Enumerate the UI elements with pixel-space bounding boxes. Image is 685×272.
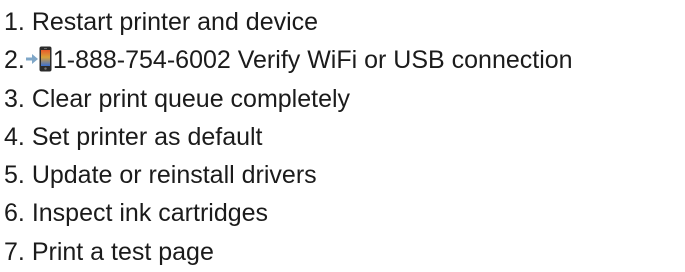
step-number: 3. [4, 84, 25, 113]
list-item: 4. Set printer as default [4, 118, 573, 156]
list-item: 7. Print a test page [4, 233, 573, 271]
step-number: 6. [4, 199, 25, 228]
phone-number: 1-888-754-6002 [52, 46, 231, 75]
step-text: Update or reinstall drivers [31, 161, 317, 190]
mobile-phone-icon [39, 46, 52, 72]
step-text: Print a test page [31, 237, 214, 266]
list-item: 1. Restart printer and device [4, 3, 573, 41]
step-number: 7. [4, 237, 25, 266]
list-item: 6. Inspect ink cartridges [4, 194, 573, 232]
list-item: 3. Clear print queue completely [4, 80, 573, 118]
list-item: 2. 1-888-754-6002 Verify WiFi or USB con… [4, 41, 573, 79]
step-number: 1. [4, 8, 25, 36]
step-number: 4. [4, 122, 25, 151]
list-item: 5. Update or reinstall drivers [4, 156, 573, 194]
step-text: Set printer as default [31, 122, 263, 151]
step-text: Restart printer and device [31, 8, 319, 36]
troubleshooting-steps-list: 1. Restart printer and device 2. 1-888-7… [4, 3, 573, 271]
step-number: 5. [4, 161, 25, 190]
step-text: Verify WiFi or USB connection [237, 46, 573, 75]
step-text: Inspect ink cartridges [31, 199, 269, 228]
step-text: Clear print queue completely [31, 84, 351, 113]
arrow-right-icon [25, 54, 38, 65]
step-number: 2. [4, 46, 25, 75]
